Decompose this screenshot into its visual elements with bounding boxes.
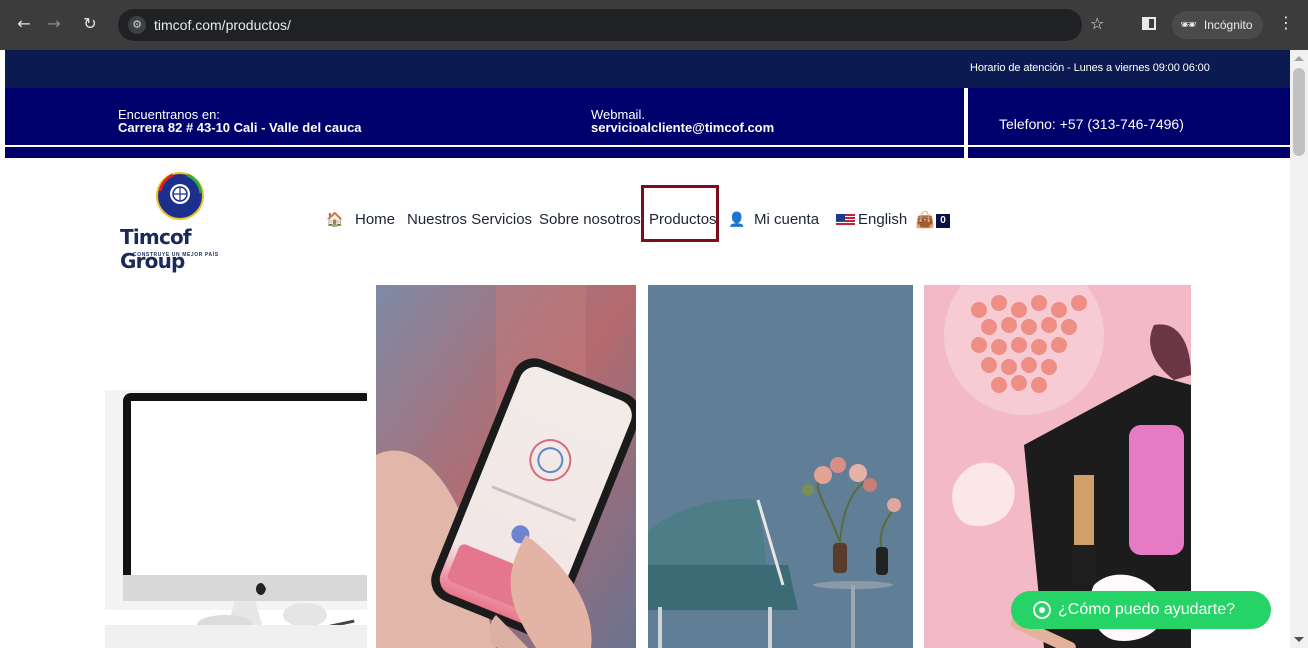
home-icon[interactable]: 🏠: [326, 210, 343, 230]
contact-bar-rule: [5, 145, 1290, 147]
cart-count-badge: 0: [936, 214, 950, 228]
reload-icon[interactable]: ↻: [80, 14, 100, 34]
location-address: Carrera 82 # 43-10 Cali - Valle del cauc…: [118, 120, 362, 135]
incognito-icon: 🕶: [1180, 18, 1197, 33]
logo-brand-text: Timcof Group: [120, 225, 192, 273]
browser-menu-icon[interactable]: ⋮: [1278, 13, 1294, 32]
nav-services[interactable]: Nuestros Servicios: [407, 210, 532, 230]
contact-bar: Encuentranos en: Carrera 82 # 43-10 Cali…: [5, 88, 1290, 158]
nav-language[interactable]: English: [858, 210, 907, 230]
logo-emblem-icon: [156, 172, 204, 220]
nav-my-account[interactable]: Mi cuenta: [754, 210, 819, 230]
product-image-chair[interactable]: [648, 285, 913, 648]
business-hours: Horario de atención - Lunes a viernes 09…: [970, 62, 1210, 74]
scroll-down-icon[interactable]: [1294, 637, 1304, 642]
product-image-computer[interactable]: [105, 285, 367, 648]
address-bar[interactable]: ⚙ timcof.com/productos/: [118, 9, 1082, 41]
scrollbar-thumb[interactable]: [1293, 68, 1305, 156]
contact-divider: [964, 88, 968, 158]
nav-home[interactable]: Home: [355, 210, 395, 230]
browser-toolbar: ← → ↻ ⚙ timcof.com/productos/ ☆ 🕶 Incógn…: [0, 0, 1308, 50]
webmail-link[interactable]: servicioalcliente@timcof.com: [591, 121, 774, 134]
page-viewport: Horario de atención - Lunes a viernes 09…: [0, 50, 1290, 648]
incognito-badge[interactable]: 🕶 Incógnito: [1172, 11, 1263, 39]
site-logo[interactable]: Timcof Group CONSTRUYE UN MEJOR PAÍS: [120, 171, 250, 273]
product-image-smartphone[interactable]: [376, 285, 636, 648]
user-icon: 👤: [728, 212, 746, 228]
nav-about[interactable]: Sobre nosotros: [539, 210, 641, 230]
us-flag-icon: [836, 214, 855, 226]
side-panel-icon[interactable]: [1142, 17, 1156, 30]
back-icon[interactable]: ←: [14, 14, 34, 34]
scroll-up-icon[interactable]: [1294, 56, 1304, 61]
whatsapp-icon: [1033, 601, 1051, 619]
webmail-block: Webmail. servicioalcliente@timcof.com: [591, 108, 774, 134]
cart-icon[interactable]: 👜: [915, 210, 935, 230]
incognito-label: Incógnito: [1203, 18, 1253, 32]
forward-icon[interactable]: →: [44, 14, 64, 34]
whatsapp-chat-button[interactable]: ¿Cómo puedo ayudarte?: [1011, 591, 1271, 629]
top-info-bar: Horario de atención - Lunes a viernes 09…: [5, 50, 1290, 88]
location-block: Encuentranos en: Carrera 82 # 43-10 Cali…: [118, 108, 362, 134]
active-nav-highlight: [641, 185, 719, 242]
vertical-scrollbar[interactable]: [1290, 50, 1308, 648]
phone-number[interactable]: Telefono: +57 (313-746-7496): [999, 116, 1184, 132]
url-text[interactable]: timcof.com/productos/: [154, 17, 291, 33]
bookmark-star-icon[interactable]: ☆: [1090, 14, 1104, 33]
site-info-icon[interactable]: ⚙: [128, 16, 146, 34]
logo-tagline: CONSTRUYE UN MEJOR PAÍS: [133, 252, 219, 258]
whatsapp-label: ¿Cómo puedo ayudarte?: [1058, 601, 1235, 618]
